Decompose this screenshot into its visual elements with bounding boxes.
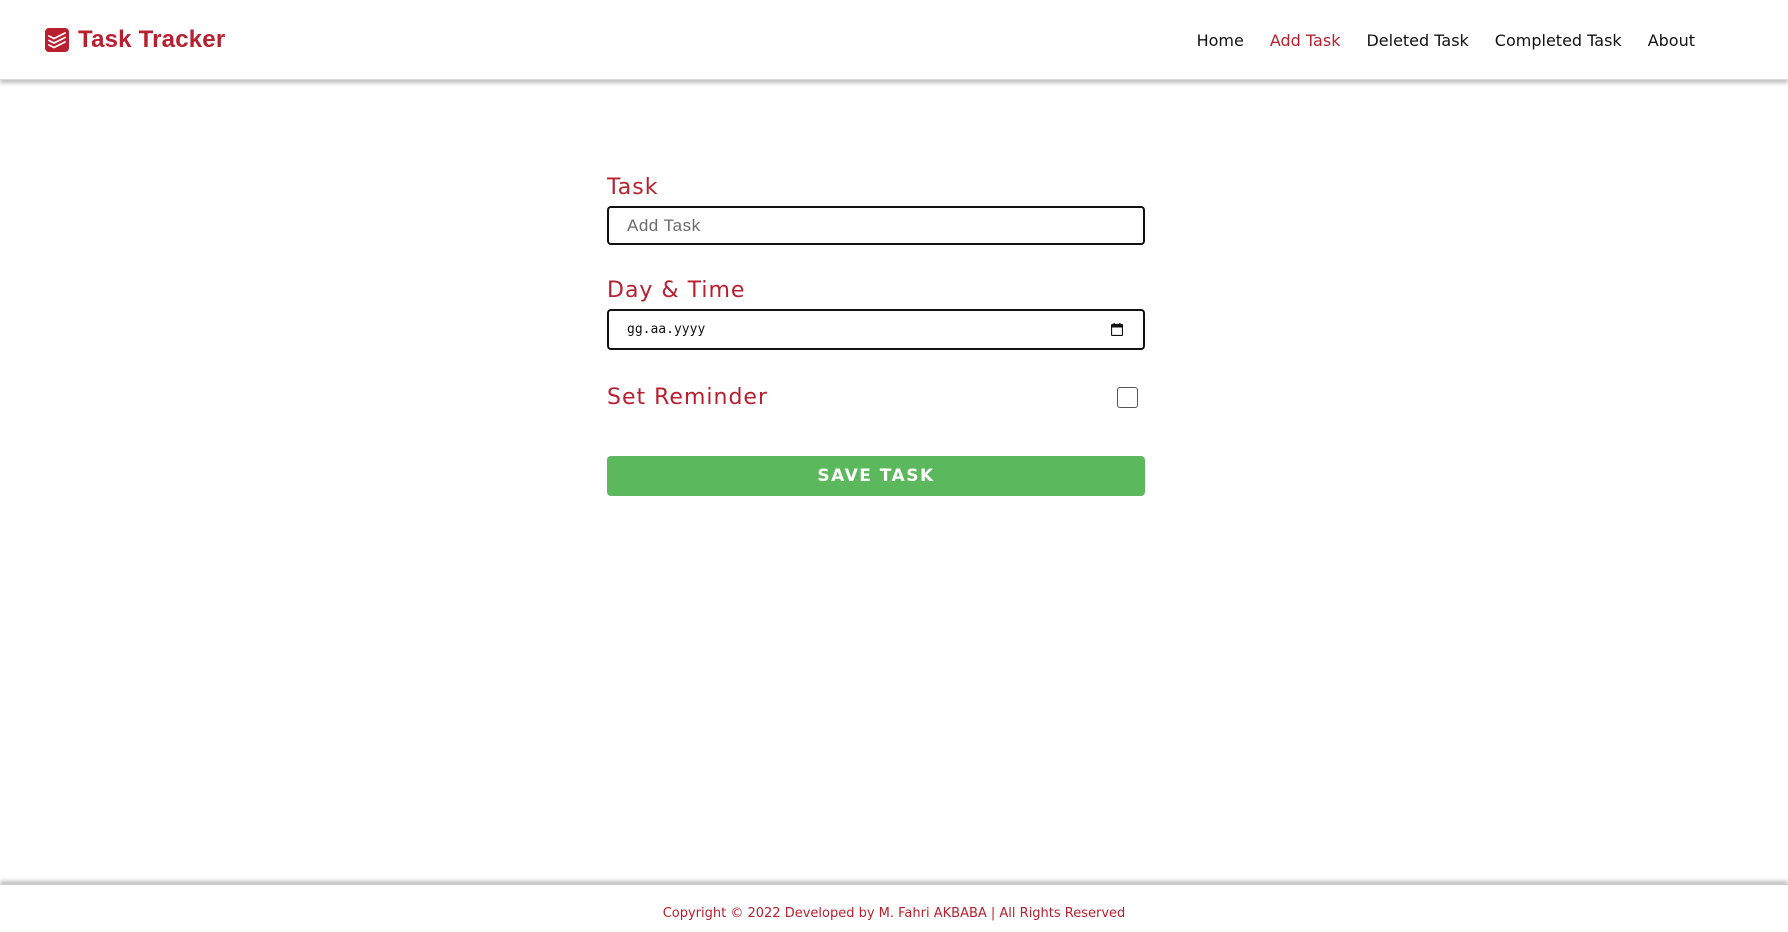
footer-copyright: Copyright © 2022 Developed by M. Fahri A… xyxy=(662,906,1126,921)
datetime-value: gg.aa.yyyy xyxy=(627,322,706,337)
nav-about[interactable]: About xyxy=(1648,31,1695,50)
navbar: Task Tracker Home Add Task Deleted Task … xyxy=(0,0,1788,80)
calendar-icon[interactable] xyxy=(1111,323,1123,336)
reminder-checkbox[interactable] xyxy=(1117,386,1138,408)
datetime-input[interactable]: gg.aa.yyyy xyxy=(607,309,1145,350)
brand-link[interactable]: Task Tracker xyxy=(45,26,225,54)
task-label: Task xyxy=(607,175,659,200)
datetime-label: Day & Time xyxy=(607,278,746,303)
reminder-row: Set Reminder xyxy=(607,380,1145,414)
task-field-group: Task xyxy=(607,175,1145,245)
nav-menu: Home Add Task Deleted Task Completed Tas… xyxy=(1171,31,1695,50)
reminder-label: Set Reminder xyxy=(607,384,768,410)
nav-completed-task[interactable]: Completed Task xyxy=(1495,31,1622,50)
nav-add-task[interactable]: Add Task xyxy=(1270,31,1341,50)
task-input[interactable] xyxy=(607,206,1145,245)
brand-name: Task Tracker xyxy=(78,26,226,53)
save-task-button[interactable]: SAVE TASK xyxy=(607,456,1145,496)
datetime-field-group: Day & Time gg.aa.yyyy xyxy=(607,278,1145,350)
nav-home[interactable]: Home xyxy=(1197,31,1244,50)
nav-deleted-task[interactable]: Deleted Task xyxy=(1366,31,1468,50)
todoist-logo-icon xyxy=(45,28,69,52)
footer: Copyright © 2022 Developed by M. Fahri A… xyxy=(0,884,1788,932)
add-task-form: Task Day & Time gg.aa.yyyy Set Reminder … xyxy=(607,175,1145,496)
